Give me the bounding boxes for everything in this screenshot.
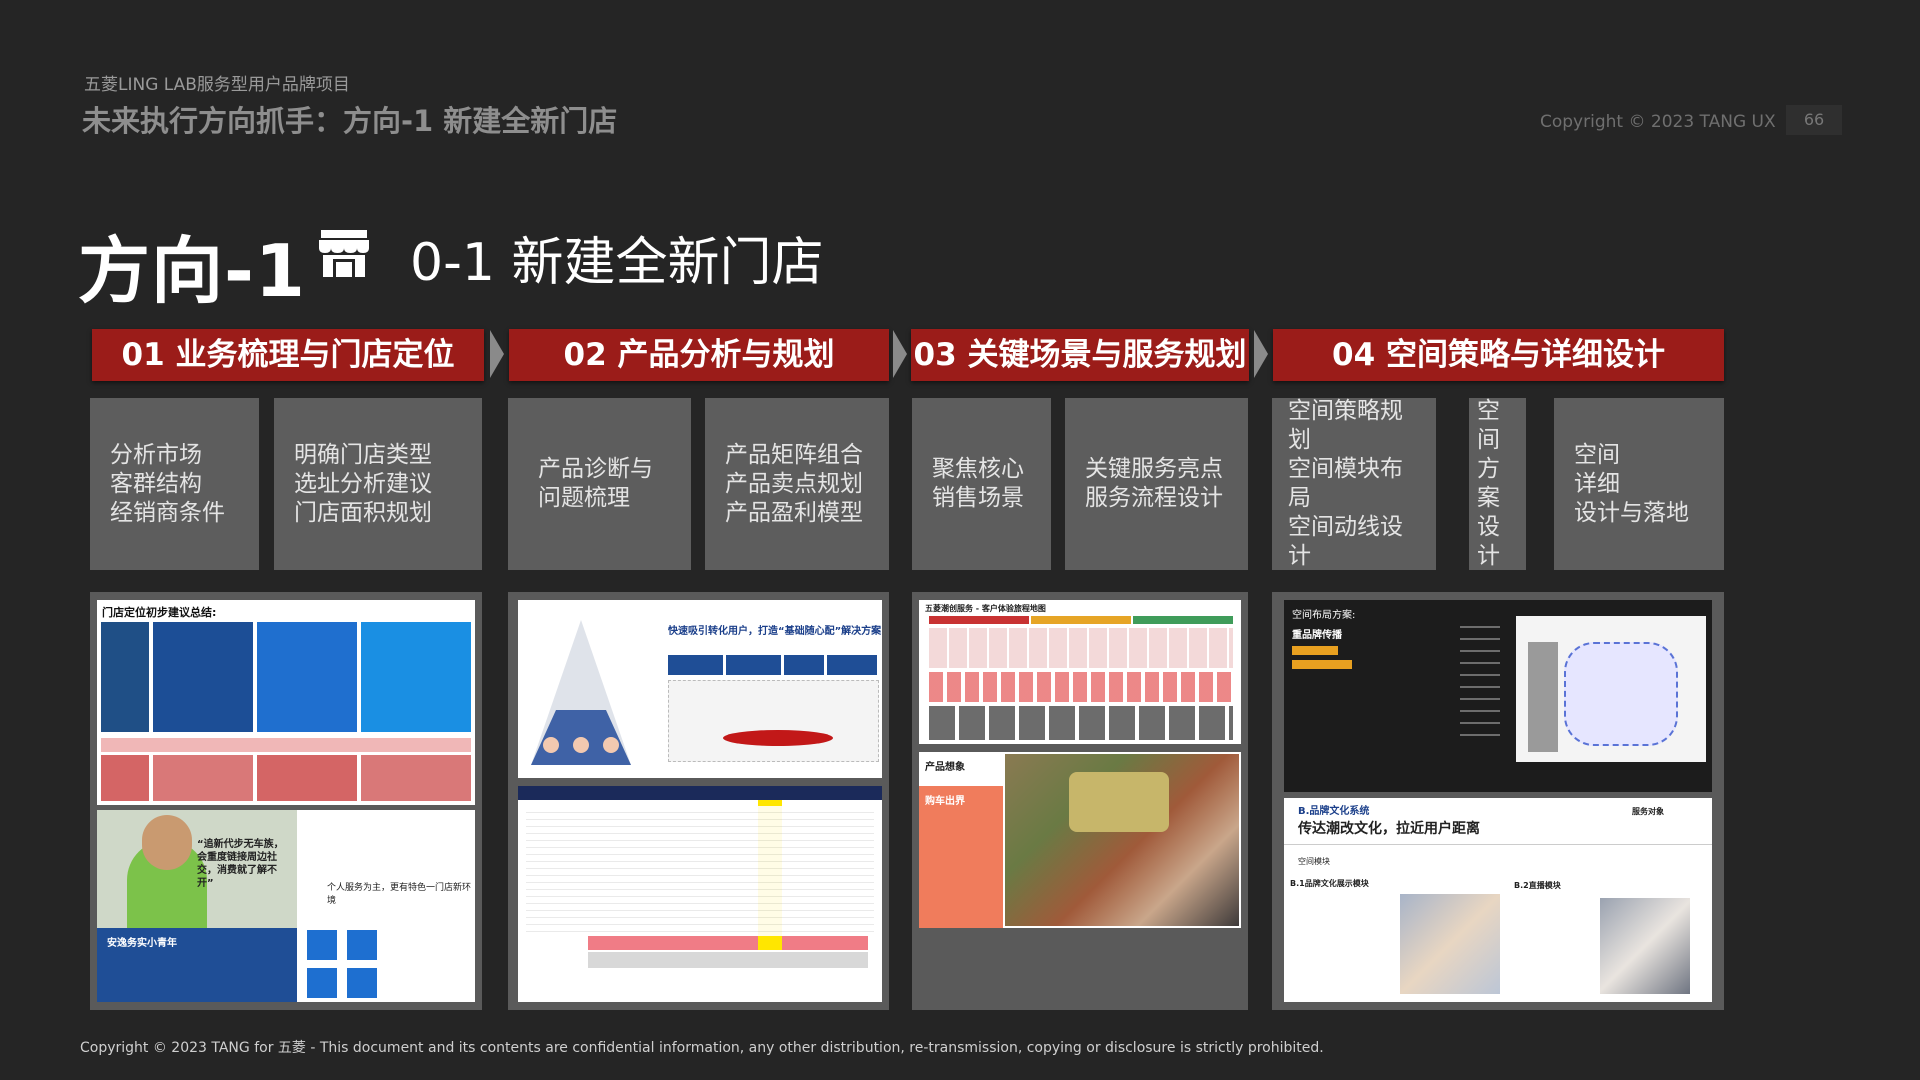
- slide-sublabel: 购车出界: [925, 796, 965, 807]
- task-text: 分析市场 客群结构 经销商条件: [110, 441, 225, 526]
- task-box: 产品矩阵组合 产品卖点规划 产品盈利模型: [705, 398, 889, 570]
- task-box: 产品诊断与 问题梳理: [508, 398, 691, 570]
- phase-header-03: 03 关键场景与服务规划: [911, 329, 1249, 381]
- slide-label: B.品牌文化系统: [1298, 806, 1370, 817]
- preview-panel-02: 快速吸引转化用户，打造“基础随心配”解决方案: [508, 592, 889, 1010]
- chevron-right-icon: [490, 330, 504, 378]
- slide-label: B.2直播模块: [1514, 881, 1561, 890]
- phase-header-02: 02 产品分析与规划: [509, 329, 889, 381]
- slide-thumbnail: 空间布局方案: 重品牌传播: [1284, 600, 1712, 792]
- task-box: 空间策略规划 空间模块布局 空间动线设计: [1272, 398, 1436, 570]
- slide-title: 空间布局方案:: [1292, 610, 1356, 621]
- chevron-right-icon: [893, 330, 907, 378]
- task-text: 产品诊断与 问题梳理: [538, 456, 653, 511]
- task-text: 产品矩阵组合 产品卖点规划 产品盈利模型: [725, 441, 863, 526]
- slide-label: 产品想象: [925, 762, 965, 773]
- task-box: 空间 方案 设计: [1469, 398, 1526, 570]
- slide-label: 服务对象: [1632, 807, 1664, 816]
- slide-thumbnail: 产品想象 购车出界: [919, 752, 1241, 928]
- slide-title: 五菱潮创服务 - 客户体验旅程地图: [925, 604, 1046, 613]
- task-text: 聚焦核心 销售场景: [932, 456, 1024, 511]
- task-text: 关键服务亮点 服务流程设计: [1085, 456, 1223, 511]
- slide-thumbnail: [518, 786, 882, 1002]
- slide-thumbnail: B.品牌文化系统 传达潮改文化，拉近用户距离 服务对象 空间模块 B.1品牌文化…: [1284, 798, 1712, 1002]
- task-box: 分析市场 客群结构 经销商条件: [90, 398, 259, 570]
- persona-note: 个人服务为主，更有特色一门店新环境: [327, 883, 472, 906]
- task-text: 空间策略规划 空间模块布局 空间动线设计: [1288, 398, 1403, 569]
- preview-panel-03: 五菱潮创服务 - 客户体验旅程地图 产品想象 购车出界: [912, 592, 1248, 1010]
- persona-quote: “追新代步无车族，会重度链接周边社交，消费就了解不开”: [197, 839, 284, 889]
- slide-headline: 快速吸引转化用户，打造“基础随心配”解决方案: [668, 626, 882, 637]
- page-number: 66: [1786, 105, 1842, 135]
- task-box: 明确门店类型 选址分析建议 门店面积规划: [274, 398, 482, 570]
- store-icon: [319, 230, 369, 277]
- task-box: 聚焦核心 销售场景: [912, 398, 1051, 570]
- task-box: 空间 详细 设计与落地: [1554, 398, 1724, 570]
- preview-panel-01: 门店定位初步建议总结: “追新代步无车族，会重度链接周边社交，消费就了解不开” …: [90, 592, 482, 1010]
- phase-header-04: 04 空间策略与详细设计: [1273, 329, 1724, 381]
- slide-headline: 传达潮改文化，拉近用户距离: [1298, 821, 1480, 837]
- task-box: 关键服务亮点 服务流程设计: [1065, 398, 1248, 570]
- direction-label: 方向-1: [78, 229, 306, 313]
- task-text: 明确门店类型 选址分析建议 门店面积规划: [294, 441, 432, 526]
- slide-thumbnail: 五菱潮创服务 - 客户体验旅程地图: [919, 600, 1241, 744]
- slide-title: 门店定位初步建议总结:: [102, 606, 217, 619]
- task-text: 空间 详细 设计与落地: [1574, 441, 1689, 526]
- project-name: 五菱LING LAB服务型用户品牌项目: [84, 75, 350, 95]
- chevron-right-icon: [1254, 330, 1268, 378]
- direction-title: 0-1 新建全新门店: [410, 233, 824, 293]
- preview-panel-04: 空间布局方案: 重品牌传播 B.品牌文化系统 传达潮改文化，拉近用户距离 服务对…: [1272, 592, 1724, 1010]
- slide-label: B.1品牌文化展示模块: [1290, 879, 1369, 888]
- footer-copyright: Copyright © 2023 TANG for 五菱 - This docu…: [80, 1040, 1324, 1056]
- persona-name: 安逸务实小青年: [107, 938, 177, 949]
- task-text: 空间 方案 设计: [1477, 398, 1500, 569]
- slide-label: 空间模块: [1298, 857, 1330, 866]
- slide-subtitle-mini: 重品牌传播: [1292, 630, 1342, 641]
- slide-subtitle: 未来执行方向抓手：方向-1 新建全新门店: [82, 104, 618, 138]
- slide-thumbnail: 门店定位初步建议总结:: [97, 600, 475, 805]
- slide-thumbnail: “追新代步无车族，会重度链接周边社交，消费就了解不开” 安逸务实小青年 个人服务…: [97, 810, 475, 1002]
- phase-header-01: 01 业务梳理与门店定位: [92, 329, 484, 381]
- slide-thumbnail: 快速吸引转化用户，打造“基础随心配”解决方案: [518, 600, 882, 778]
- copyright-header: Copyright © 2023 TANG UX: [1540, 112, 1776, 132]
